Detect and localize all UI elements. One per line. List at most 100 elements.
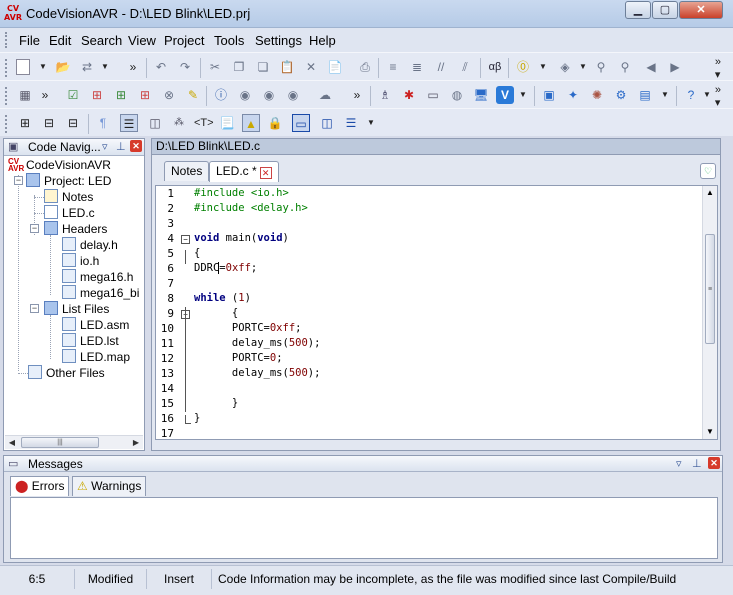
view-dropdown-icon[interactable]: ▼ (362, 114, 380, 132)
tree-root[interactable]: CV AVR CodeVisionAVR (8, 157, 111, 173)
reopen-dropdown-icon[interactable]: ▼ (96, 58, 114, 76)
code-line[interactable]: { (194, 247, 200, 259)
vtoolbar-icon[interactable]: V (496, 86, 514, 104)
tree-list-file[interactable]: LED.map (62, 349, 130, 365)
tree-notes[interactable]: Notes (44, 189, 93, 205)
terminal-icon[interactable]: ▭ (424, 86, 442, 104)
tab-warnings[interactable]: ⚠ Warnings (72, 476, 147, 496)
single-view-icon[interactable]: ▭ (292, 114, 310, 132)
menu-project[interactable]: Project (164, 33, 204, 48)
indent-icon[interactable]: ≡ (384, 58, 402, 76)
expand-headers-icon[interactable]: − (30, 224, 39, 233)
expand-all-icon[interactable]: ⊞ (16, 114, 34, 132)
scroll-up-icon[interactable]: ▲ (703, 186, 717, 200)
cut-icon[interactable]: ✂ (206, 58, 224, 76)
menu-tools[interactable]: Tools (214, 33, 244, 48)
collapse-icon[interactable]: ⊟ (40, 114, 58, 132)
editor-vertical-scrollbar[interactable]: ▲ ≡ ▼ (702, 186, 717, 439)
panel-close-icon[interactable]: ✕ (130, 140, 142, 152)
terminal-settings-icon[interactable]: ▤ (636, 86, 654, 104)
delete-icon[interactable]: ✕ (302, 58, 320, 76)
menu-help[interactable]: Help (309, 33, 336, 48)
tree-headers[interactable]: Headers (44, 221, 107, 237)
paste-icon[interactable]: 📋 (278, 58, 296, 76)
scroll-down-icon[interactable]: ▼ (703, 425, 717, 439)
code-line[interactable]: while (1) (194, 292, 251, 304)
toolbar-overflow-icon[interactable]: » (36, 86, 54, 104)
code-line[interactable]: DDRC=0xff; (194, 262, 257, 274)
bookmark-icon[interactable]: ⓪ (514, 58, 532, 76)
bug-icon[interactable]: ✱ (400, 86, 418, 104)
paragraph-icon[interactable]: ¶ (94, 114, 112, 132)
debug-run-icon[interactable]: ◉ (284, 86, 302, 104)
toolbar-overflow-icon[interactable]: » ▾ (715, 56, 721, 81)
redo-icon[interactable]: ↷ (176, 58, 194, 76)
show-lines-icon[interactable]: ☰ (120, 114, 138, 132)
v-dropdown-icon[interactable]: ▼ (514, 86, 532, 104)
monitor-icon[interactable]: 🖥 (472, 86, 490, 104)
tab-errors[interactable]: ⬤ Errors (10, 476, 70, 496)
tree-header-file[interactable]: io.h (62, 253, 99, 269)
menu-settings[interactable]: Settings (255, 33, 302, 48)
debug-icon[interactable]: ◉ (236, 86, 254, 104)
find-next-icon[interactable]: ⚲ (616, 58, 634, 76)
maximize-button[interactable]: ▢ (652, 1, 678, 19)
toolbar-overflow-icon[interactable]: » (124, 58, 142, 76)
configure-icon[interactable]: ✦ (564, 86, 582, 104)
tree-header-file[interactable]: mega16_bi (62, 285, 139, 301)
new-file-icon[interactable] (16, 59, 30, 75)
tree-list-file[interactable]: LED.asm (62, 317, 129, 333)
toolbar-grip[interactable] (5, 115, 8, 133)
toolbar-grip[interactable] (5, 59, 8, 77)
panel-menu-icon[interactable]: ▿ (102, 140, 108, 153)
fold-toggle-icon[interactable] (185, 250, 191, 264)
new-dropdown-icon[interactable]: ▼ (34, 58, 52, 76)
menu-edit[interactable]: Edit (49, 33, 71, 48)
function-call-icon[interactable]: ◫ (146, 114, 164, 132)
tree-list-files[interactable]: List Files (44, 301, 109, 317)
notes-icon[interactable]: 📃 (218, 114, 236, 132)
chip-programmer-icon[interactable]: ◍ (448, 86, 466, 104)
uncomment-icon[interactable]: ⫽ (456, 58, 474, 76)
code-editor[interactable]: 1 2 3 4 5 6 7 8 9 10 11 12 13 14 15 16 17 − − #include <i… (155, 185, 718, 440)
code-line[interactable]: } (194, 397, 238, 409)
expand-project-icon[interactable]: − (14, 176, 23, 185)
navigate-back-icon[interactable]: ◀ (642, 58, 660, 76)
clean-icon[interactable]: ✎ (184, 86, 202, 104)
scrollbar-thumb[interactable]: ||| (21, 437, 99, 448)
fold-toggle-icon[interactable]: − (181, 235, 190, 244)
toolbar-overflow-icon[interactable]: » (348, 86, 366, 104)
comment-icon[interactable]: // (432, 58, 450, 76)
menubar-grip[interactable] (5, 32, 8, 48)
find-icon[interactable]: ⚲ (592, 58, 610, 76)
abc-icon[interactable]: ⁂ (170, 114, 188, 132)
print-icon[interactable]: ⎙ (356, 58, 374, 76)
programmer-icon[interactable]: ☁ (316, 86, 334, 104)
wizard-icon[interactable]: ♗ (376, 86, 394, 104)
chip-icon[interactable]: ▦ (16, 86, 34, 104)
debug-step-icon[interactable]: ◉ (260, 86, 278, 104)
insert-tag-icon[interactable]: <T> (194, 114, 214, 132)
code-line[interactable]: PORTC=0xff; (194, 322, 302, 334)
bookmark-dropdown-icon[interactable]: ▼ (534, 58, 552, 76)
unindent-icon[interactable]: ≣ (408, 58, 426, 76)
scroll-right-icon[interactable]: ▶ (129, 436, 143, 450)
toolbar-overflow-icon[interactable]: » ▾ (715, 84, 721, 109)
compile-icon[interactable]: ⊞ (88, 86, 106, 104)
split-vertical-icon[interactable]: ◫ (318, 114, 336, 132)
tree-header-file[interactable]: mega16.h (62, 269, 133, 285)
fold-toggle-icon[interactable] (185, 415, 191, 424)
menu-search[interactable]: Search (81, 33, 122, 48)
goto-bookmark-dropdown-icon[interactable]: ▼ (574, 58, 592, 76)
undo-icon[interactable]: ↶ (152, 58, 170, 76)
code-line[interactable]: { (194, 307, 238, 319)
tree-project[interactable]: Project: LED (26, 173, 111, 189)
menu-file[interactable]: File (19, 33, 40, 48)
code-line[interactable]: #include <io.h> (194, 187, 289, 199)
highlight-icon[interactable]: ▲ (242, 114, 260, 132)
settings-dropdown-icon[interactable]: ▼ (656, 86, 674, 104)
programmer-settings-icon[interactable]: ⚙ (612, 86, 630, 104)
open-panels-icon[interactable]: 🔒 (266, 114, 284, 132)
open-file-icon[interactable]: 📂 (54, 58, 72, 76)
tab-notes[interactable]: Notes (164, 161, 210, 181)
